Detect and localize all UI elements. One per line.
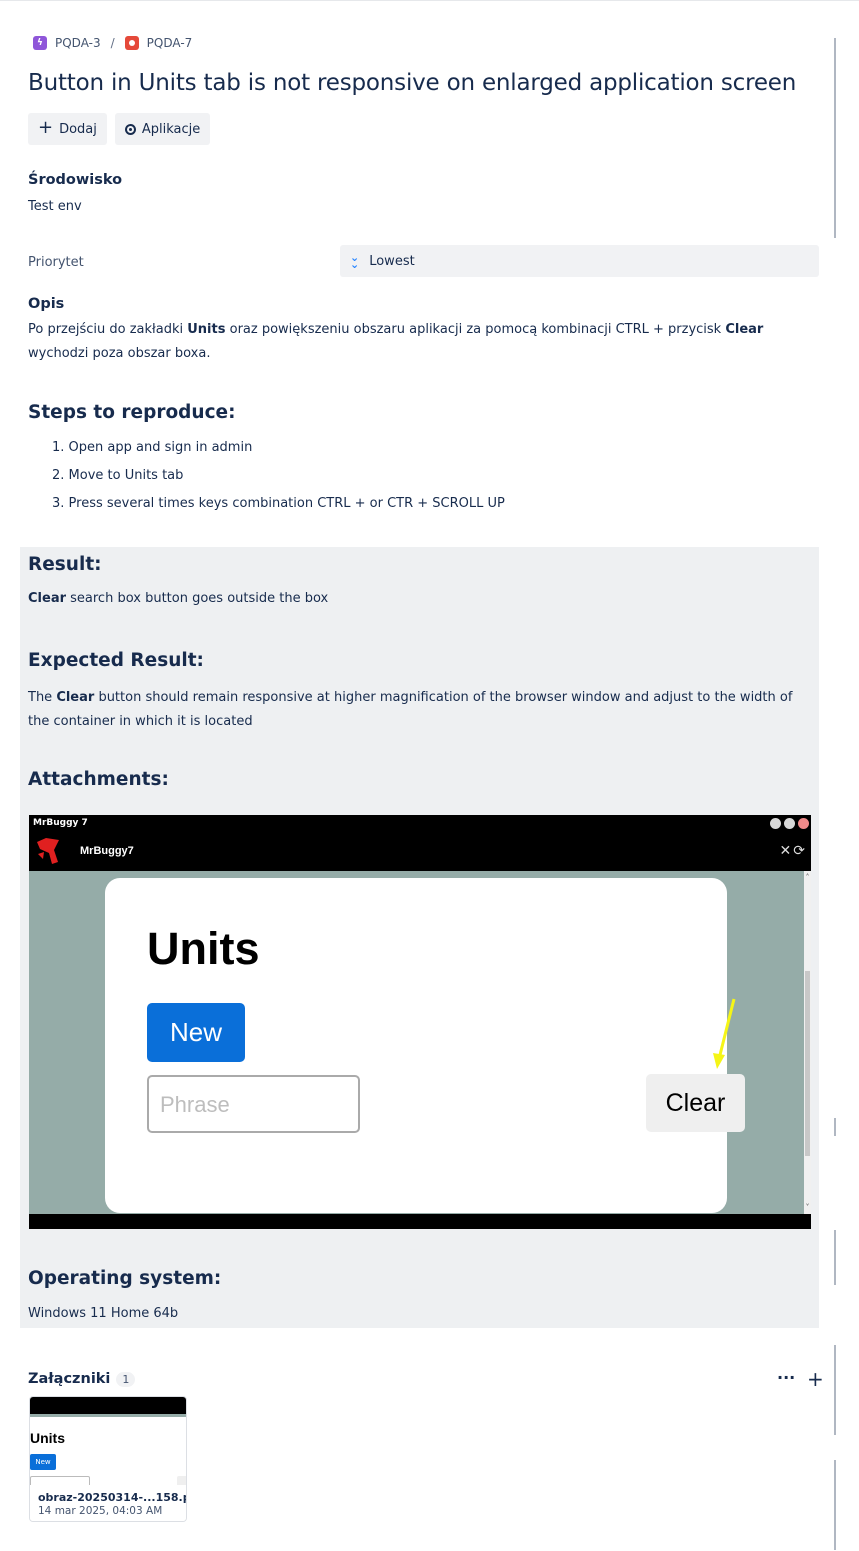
- more-options-button[interactable]: ···: [777, 1368, 795, 1387]
- breadcrumb: ϟ PQDA-3 / PQDA-7: [33, 36, 192, 50]
- environment-heading: Środowisko: [28, 172, 123, 188]
- issue-actions: + Dodaj Aplikacje: [28, 113, 211, 145]
- issue-title[interactable]: Button in Units tab is not responsive on…: [28, 70, 796, 96]
- apps-button[interactable]: Aplikacje: [114, 113, 211, 145]
- os-value: Windows 11 Home 64b: [28, 1306, 179, 1321]
- scroll-down-icon: ˅: [805, 1203, 810, 1212]
- yellow-arrow-icon: [713, 998, 736, 1069]
- apps-button-label: Aplikacje: [141, 121, 201, 137]
- plus-icon: +: [38, 117, 54, 138]
- app-bottom-bar: [29, 1214, 811, 1229]
- window-title: MrBuggy 7: [33, 818, 88, 828]
- priority-label: Priorytet: [28, 255, 84, 270]
- breadcrumb-parent-link[interactable]: PQDA-3: [55, 36, 101, 50]
- thumb-titlebar: [30, 1397, 186, 1414]
- breadcrumb-issue-link[interactable]: PQDA-7: [147, 36, 193, 50]
- description-heading: Opis: [28, 296, 65, 312]
- apps-icon: [124, 123, 136, 135]
- top-border: [0, 0, 859, 1]
- app-name: MrBuggy7: [80, 845, 134, 857]
- app-header: MrBuggy7 ✕⟳: [29, 832, 811, 871]
- window-titlebar: MrBuggy 7: [29, 815, 811, 832]
- scrollbar-track[interactable]: [834, 1460, 836, 1550]
- epic-icon: ϟ: [33, 36, 47, 50]
- os-heading: Operating system:: [28, 1268, 222, 1289]
- attachments-panel-heading: Załączniki 1: [28, 1371, 136, 1387]
- new-button: New: [147, 1003, 245, 1062]
- clear-button: Clear: [646, 1074, 745, 1132]
- result-text: Clear search box button goes outside the…: [28, 591, 329, 606]
- attachment-date: 14 mar 2025, 04:03 AM: [38, 1505, 163, 1517]
- priority-value: Lowest: [369, 253, 415, 269]
- steps-list: 1. Open app and sign in admin 2. Move to…: [52, 437, 505, 521]
- settings-refresh-icons: ✕⟳: [779, 843, 807, 859]
- add-attachment-button[interactable]: +: [807, 1367, 824, 1391]
- scrollbar-track[interactable]: [834, 1230, 836, 1285]
- attachments-heading: Attachments:: [28, 769, 169, 790]
- breadcrumb-separator: /: [110, 36, 115, 50]
- description-text[interactable]: Po przejściu do zakładki Units oraz powi…: [28, 318, 818, 366]
- add-button[interactable]: + Dodaj: [28, 113, 107, 145]
- attachment-screenshot[interactable]: MrBuggy 7 MrBuggy7 ✕⟳ ˄ ˅ Units New Phra…: [29, 815, 811, 1229]
- steps-heading: Steps to reproduce:: [28, 402, 236, 423]
- scroll-up-icon: ˄: [805, 873, 810, 882]
- scrollbar-track[interactable]: [834, 1118, 836, 1136]
- scroll-thumb: [805, 971, 810, 1156]
- expected-heading: Expected Result:: [28, 650, 204, 671]
- attachments-count-badge: 1: [116, 1371, 136, 1387]
- attachment-filename: obraz-20250314-...158.png: [38, 1491, 186, 1504]
- scrollbar-track[interactable]: [834, 1345, 836, 1435]
- list-item: 3. Press several times keys combination …: [52, 496, 505, 511]
- attachment-card[interactable]: Units New obraz-20250314-...158.png 14 m…: [29, 1396, 187, 1522]
- close-icon: [798, 818, 809, 829]
- phrase-input: Phrase: [147, 1075, 360, 1133]
- add-button-label: Dodaj: [59, 121, 97, 137]
- environment-value[interactable]: Test env: [28, 199, 82, 214]
- attachments-panel-title: Załączniki: [28, 1371, 111, 1387]
- units-title: Units: [147, 923, 260, 974]
- result-heading: Result:: [28, 554, 102, 575]
- maximize-icon: [784, 818, 795, 829]
- priority-lowest-icon: ⌄ ⌄: [350, 251, 360, 271]
- thumb-new-button: New: [30, 1454, 56, 1470]
- list-item: 1. Open app and sign in admin: [52, 440, 253, 455]
- thumb-strip: [30, 1414, 186, 1417]
- units-card: Units New Phrase: [105, 878, 727, 1213]
- scrollbar-track[interactable]: [834, 38, 836, 238]
- priority-field[interactable]: ⌄ ⌄ Lowest: [340, 245, 819, 277]
- expected-text: The Clear button should remain responsiv…: [28, 690, 793, 729]
- list-item: 2. Move to Units tab: [52, 468, 184, 483]
- app-scrollbar: ˄ ˅: [804, 871, 811, 1214]
- attachment-meta: obraz-20250314-...158.png 14 mar 2025, 0…: [30, 1485, 186, 1521]
- app-logo-icon: [37, 838, 59, 864]
- thumb-units-text: Units: [30, 1430, 65, 1446]
- bug-icon: [124, 36, 139, 50]
- minimize-icon: [770, 818, 781, 829]
